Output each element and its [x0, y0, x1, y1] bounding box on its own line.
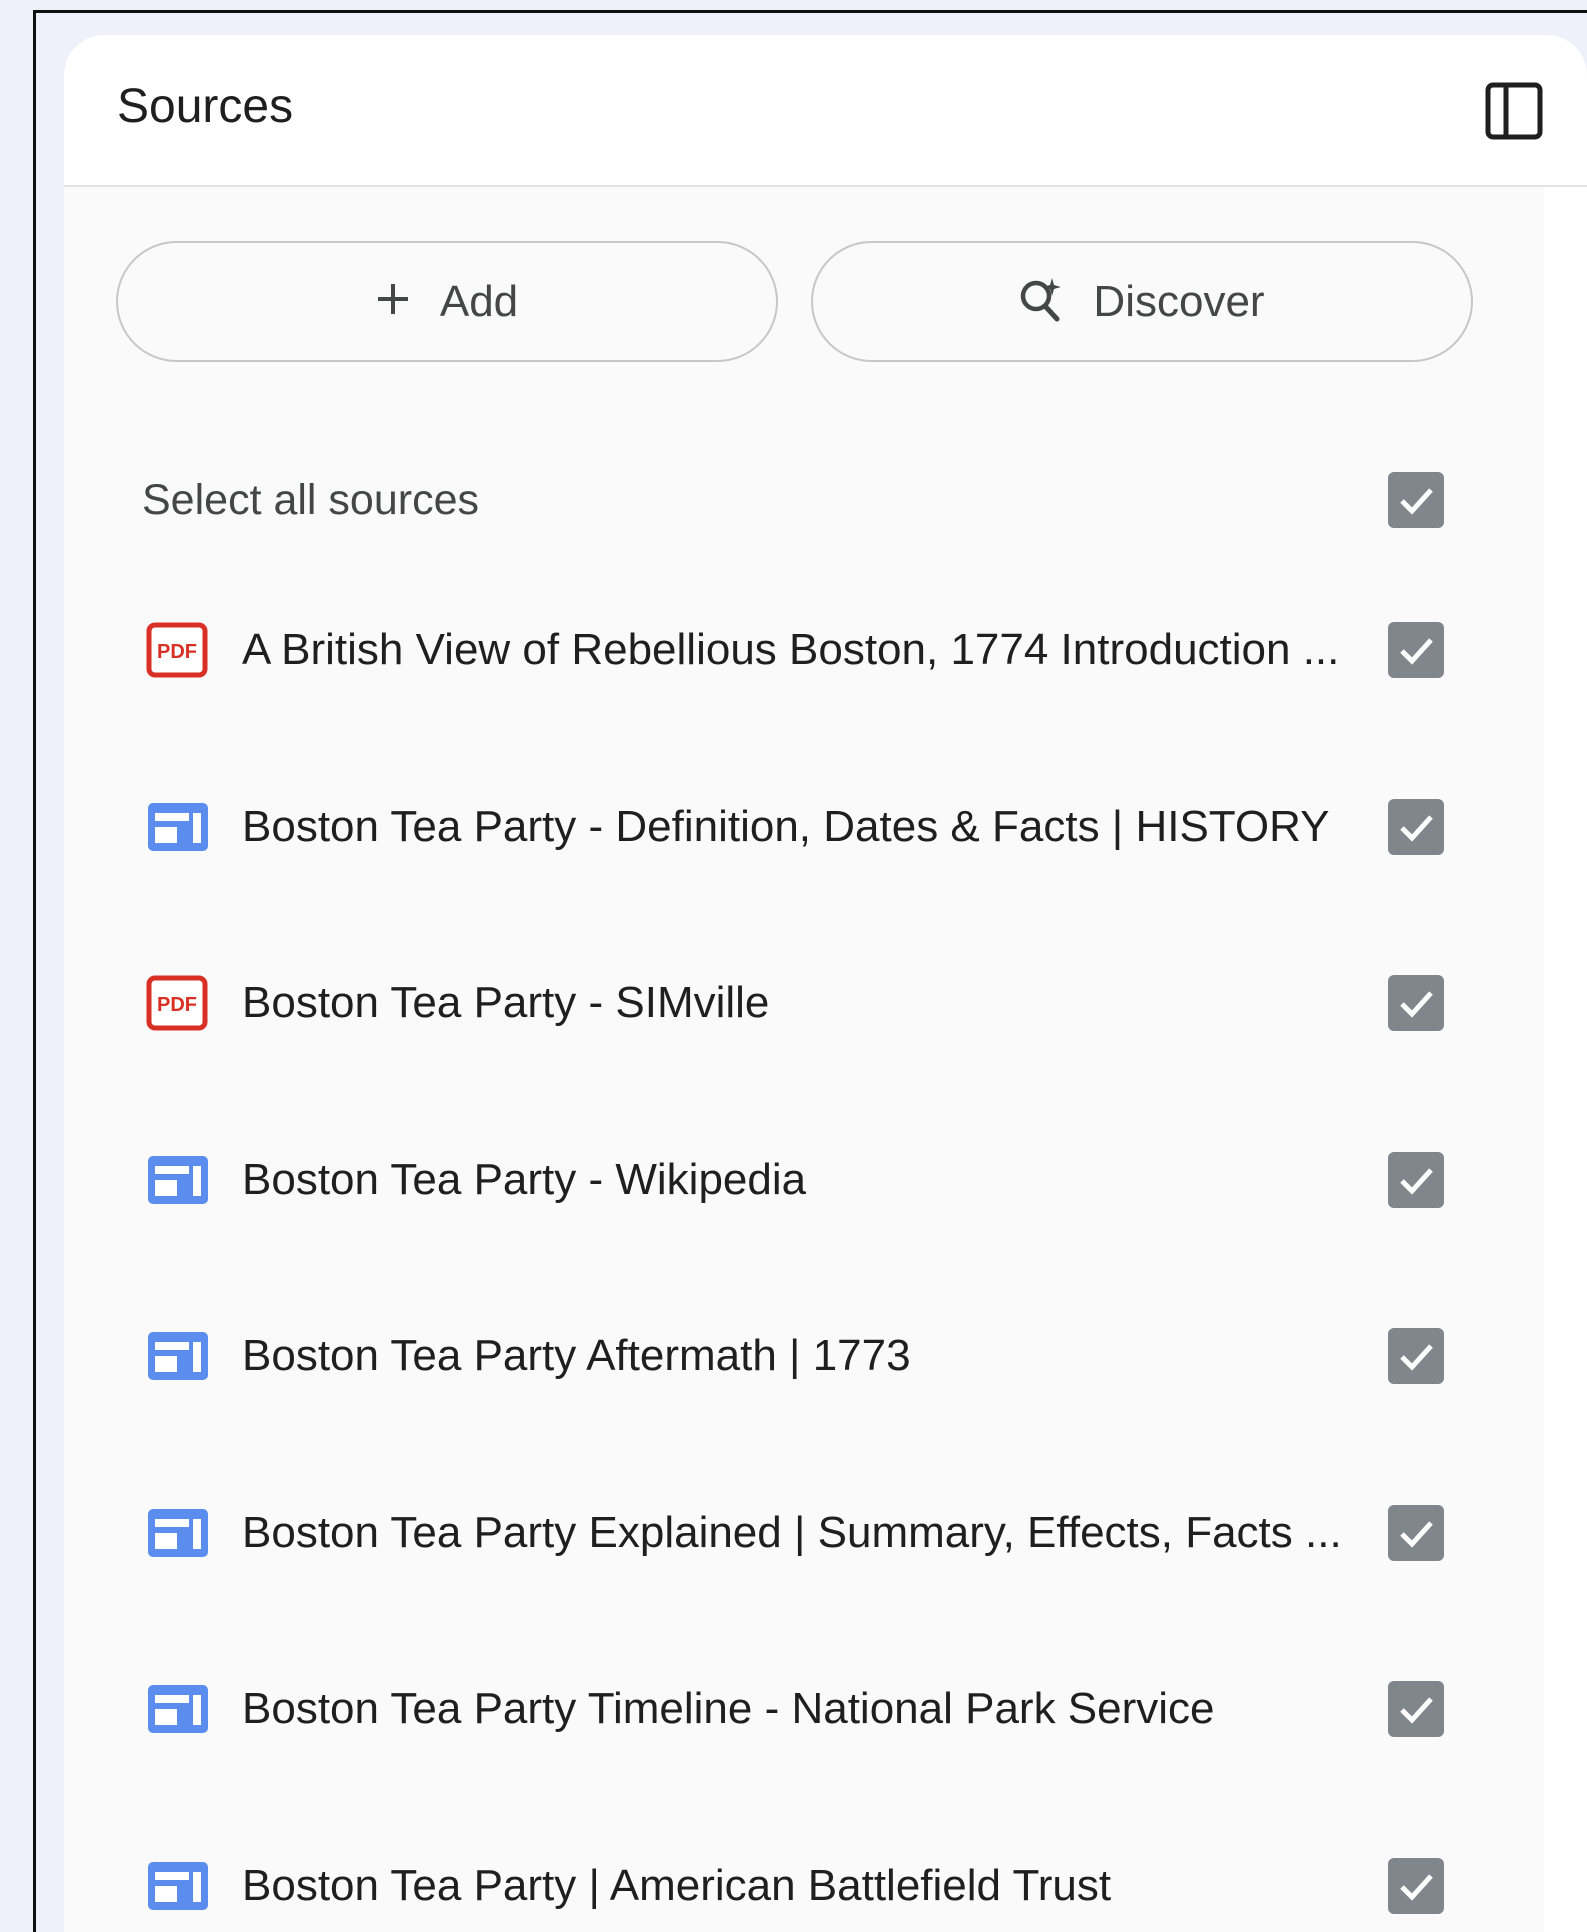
- panel-header: Sources: [64, 35, 1587, 187]
- source-item[interactable]: Boston Tea Party Explained | Summary, Ef…: [64, 1445, 1544, 1621]
- source-title: Boston Tea Party Aftermath | 1773: [242, 1331, 911, 1380]
- web-page-icon: [146, 1328, 210, 1384]
- sparkle-search-icon: [1019, 276, 1063, 327]
- source-title: Boston Tea Party - Wikipedia: [242, 1154, 807, 1204]
- sources-content: Add Discover Select all sources PDF A Bri…: [64, 187, 1544, 1932]
- source-checkbox[interactable]: [1388, 1151, 1444, 1208]
- sources-panel: Sources Add Discover Select all sources …: [64, 35, 1587, 1932]
- select-all-label: Select all sources: [142, 476, 479, 524]
- select-all-row: Select all sources: [64, 450, 1544, 550]
- svg-text:PDF: PDF: [157, 641, 197, 663]
- pdf-icon: PDF: [146, 975, 210, 1031]
- source-item[interactable]: Boston Tea Party Aftermath | 1773: [64, 1268, 1544, 1444]
- source-title: Boston Tea Party - SIMville: [242, 978, 770, 1027]
- source-checkbox[interactable]: [1388, 622, 1444, 678]
- source-title: Boston Tea Party Timeline - National Par…: [242, 1684, 1215, 1733]
- web-page-icon: [146, 1681, 210, 1737]
- source-title: Boston Tea Party - Definition, Dates & F…: [242, 801, 1330, 851]
- source-item[interactable]: PDF A British View of Rebellious Boston, …: [64, 562, 1544, 738]
- source-item[interactable]: Boston Tea Party - Wikipedia: [64, 1092, 1544, 1268]
- source-checkbox[interactable]: [1388, 798, 1444, 855]
- source-item[interactable]: Boston Tea Party | American Battlefield …: [64, 1798, 1544, 1932]
- add-source-button[interactable]: Add: [116, 241, 778, 362]
- panel-title: Sources: [117, 80, 294, 133]
- add-button-label: Add: [439, 276, 519, 326]
- source-title: A British View of Rebellious Boston, 177…: [242, 625, 1340, 674]
- plus-icon: [376, 282, 410, 321]
- web-page-icon: [146, 1505, 210, 1561]
- source-item[interactable]: Boston Tea Party Timeline - National Par…: [64, 1621, 1544, 1797]
- source-item[interactable]: PDF Boston Tea Party - SIMville: [64, 915, 1544, 1091]
- discover-button-label: Discover: [1093, 276, 1265, 326]
- source-title: Boston Tea Party Explained | Summary, Ef…: [242, 1507, 1342, 1557]
- pdf-icon: PDF: [146, 622, 210, 678]
- web-page-icon: [146, 799, 210, 855]
- source-checkbox[interactable]: [1388, 975, 1444, 1031]
- source-checkbox[interactable]: [1388, 1681, 1444, 1737]
- source-checkbox[interactable]: [1388, 1504, 1444, 1561]
- source-checkbox[interactable]: [1388, 1857, 1444, 1914]
- source-item[interactable]: Boston Tea Party - Definition, Dates & F…: [64, 739, 1544, 915]
- svg-text:PDF: PDF: [157, 994, 197, 1016]
- source-title: Boston Tea Party | American Battlefield …: [242, 1860, 1112, 1910]
- discover-sources-button[interactable]: Discover: [811, 241, 1473, 362]
- panel-collapse-icon[interactable]: [1484, 81, 1544, 141]
- web-page-icon: [146, 1858, 210, 1914]
- source-checkbox[interactable]: [1388, 1328, 1444, 1384]
- select-all-checkbox[interactable]: [1388, 472, 1444, 528]
- web-page-icon: [146, 1152, 210, 1208]
